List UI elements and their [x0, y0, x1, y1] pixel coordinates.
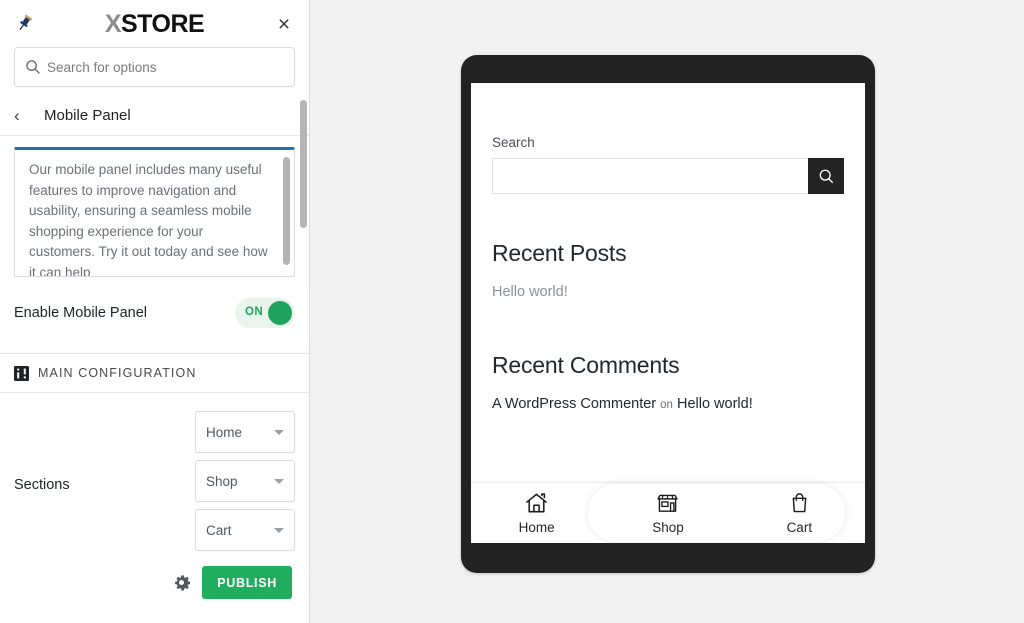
recent-comment-item: A WordPress Commenter on Hello world! — [492, 396, 844, 412]
search-box[interactable] — [14, 47, 295, 87]
description-scrollbar-thumb[interactable] — [283, 157, 290, 265]
enable-mobile-panel-toggle[interactable]: ON — [235, 298, 295, 328]
nav-item-home-label: Home — [518, 520, 555, 535]
pushpin-icon[interactable] — [14, 13, 34, 34]
device-frame: Search Recent Posts Hello world! Recent … — [461, 55, 875, 573]
mobile-bottom-nav: Home Shop Cart — [471, 482, 865, 543]
home-icon — [526, 493, 548, 513]
page-title: Mobile Panel — [44, 107, 131, 124]
comment-connector: on — [660, 399, 673, 411]
main-configuration-section-header[interactable]: MAIN CONFIGURATION — [0, 353, 309, 393]
sections-select-group: Home Shop Cart — [195, 411, 295, 558]
panel-header: XSTORE × — [0, 0, 309, 47]
nav-item-home[interactable]: Home — [471, 483, 602, 543]
section-select-home[interactable]: Home — [195, 411, 295, 453]
comment-author[interactable]: A WordPress Commenter — [492, 396, 656, 412]
nav-item-shop[interactable]: Shop — [602, 483, 733, 543]
shop-icon — [657, 494, 679, 512]
nav-item-cart[interactable]: Cart — [734, 483, 865, 543]
site-search-input[interactable] — [492, 158, 808, 194]
panel-search-wrap — [0, 47, 309, 87]
enable-mobile-panel-label: Enable Mobile Panel — [14, 305, 148, 321]
chevron-down-icon — [274, 429, 284, 435]
nav-item-shop-label: Shop — [652, 520, 684, 535]
chevron-down-icon — [274, 478, 284, 484]
preview-area: Search Recent Posts Hello world! Recent … — [311, 0, 1024, 623]
close-icon[interactable]: × — [271, 11, 297, 37]
cart-icon — [792, 493, 807, 513]
section-select-shop[interactable]: Shop — [195, 460, 295, 502]
recent-posts-heading: Recent Posts — [492, 240, 627, 266]
search-icon — [26, 60, 40, 74]
toggle-knob — [268, 301, 292, 325]
screen-root: XSTORE × ‹ Mobile Panel Our mobile panel… — [0, 0, 1024, 623]
comment-post-title[interactable]: Hello world! — [677, 396, 753, 412]
customizer-panel: XSTORE × ‹ Mobile Panel Our mobile panel… — [0, 0, 310, 623]
nav-item-cart-label: Cart — [786, 520, 813, 535]
search-icon — [819, 169, 833, 183]
main-configuration-label: MAIN CONFIGURATION — [38, 366, 197, 380]
description-text: Our mobile panel includes many useful fe… — [29, 162, 268, 277]
site-content: Search Recent Posts Hello world! Recent … — [471, 83, 865, 412]
breadcrumb[interactable]: ‹ Mobile Panel — [0, 96, 309, 136]
configuration-icon — [14, 365, 29, 381]
panel-scrollbar-thumb[interactable] — [300, 100, 307, 228]
section-select-home-value: Home — [206, 424, 243, 440]
toggle-state-label: ON — [245, 306, 264, 318]
sections-label: Sections — [14, 476, 70, 493]
search-input[interactable] — [47, 59, 284, 75]
xstore-logo: XSTORE — [0, 11, 309, 37]
chevron-down-icon — [274, 527, 284, 533]
section-select-cart-value: Cart — [206, 522, 232, 538]
enable-mobile-panel-row: Enable Mobile Panel ON — [0, 277, 309, 335]
device-screen: Search Recent Posts Hello world! Recent … — [471, 83, 865, 543]
site-search-widget — [492, 158, 844, 194]
gear-icon[interactable] — [173, 574, 191, 591]
logo-store: STORE — [121, 10, 205, 38]
site-search-button[interactable] — [808, 158, 844, 194]
breadcrumb-back-icon[interactable]: ‹ — [14, 107, 36, 124]
recent-post-item[interactable]: Hello world! — [492, 284, 844, 300]
logo-x: X — [104, 10, 122, 38]
panel-footer-actions: PUBLISH — [0, 558, 309, 599]
section-select-shop-value: Shop — [206, 473, 238, 489]
sections-row: Sections Home Shop Cart — [0, 393, 309, 558]
publish-button[interactable]: PUBLISH — [202, 566, 292, 599]
description-box: Our mobile panel includes many useful fe… — [14, 147, 295, 277]
recent-comments-heading: Recent Comments — [492, 352, 680, 378]
search-widget-title: Search — [492, 135, 535, 150]
section-select-cart[interactable]: Cart — [195, 509, 295, 551]
